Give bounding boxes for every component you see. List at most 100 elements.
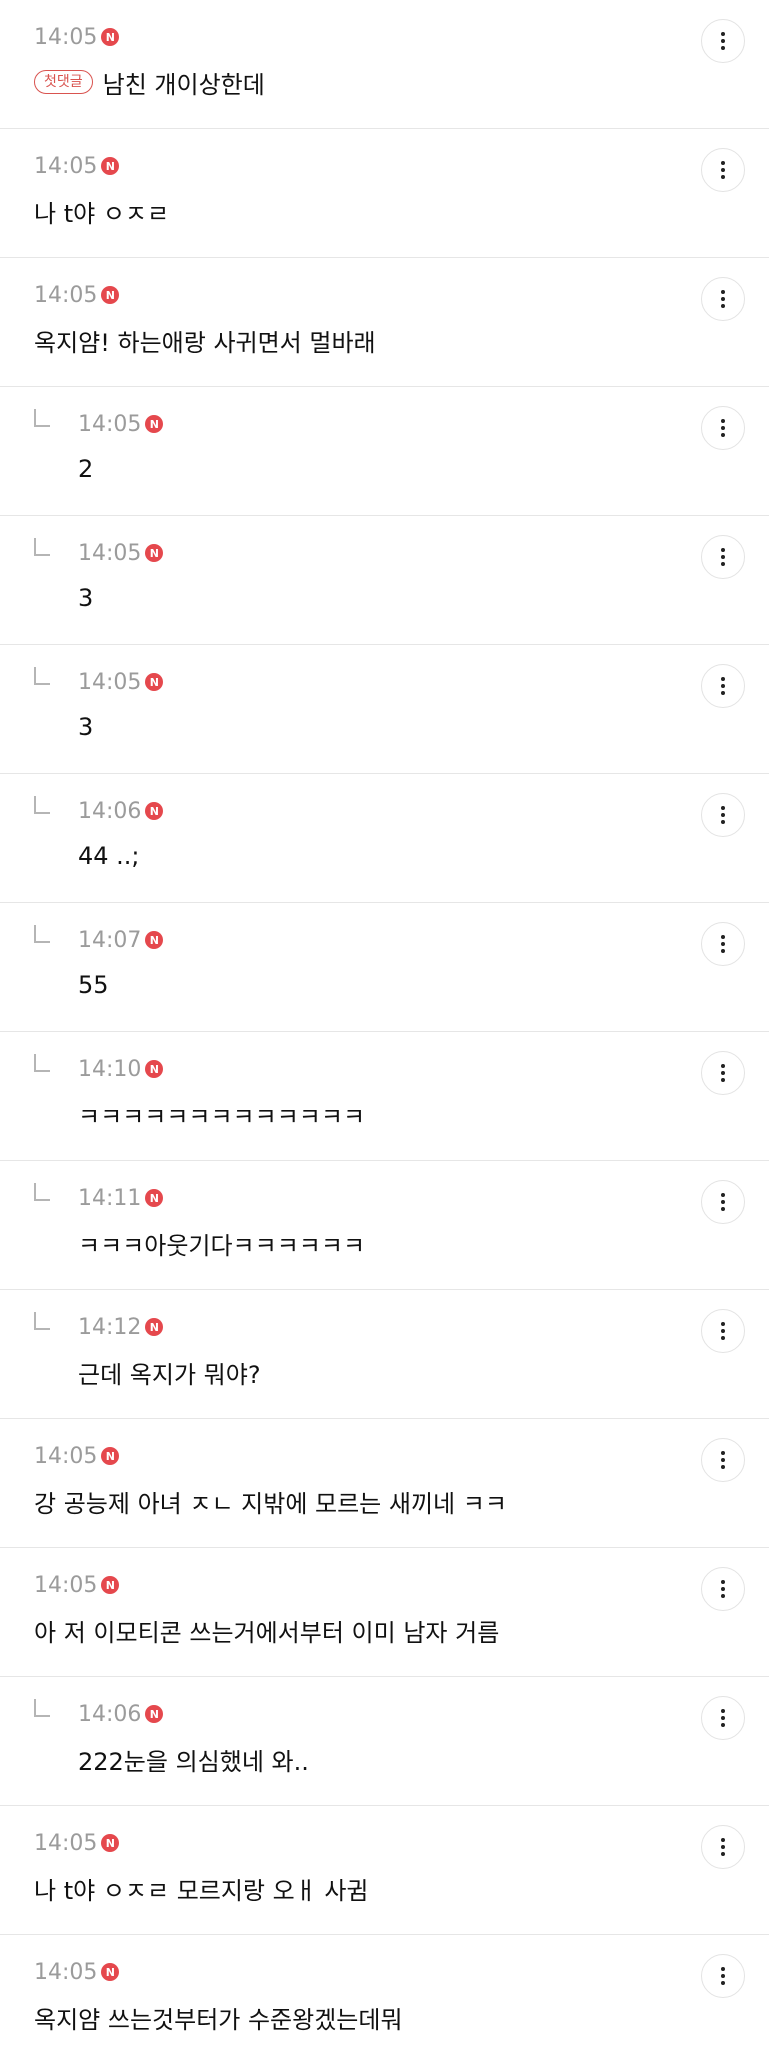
more-options-button[interactable] — [701, 535, 745, 579]
comment-meta: 14:05 N — [34, 1572, 120, 1598]
new-badge-icon: N — [101, 1447, 120, 1465]
comment-text: 근데 옥지가 뭐야? — [78, 1360, 261, 1389]
more-options-button[interactable] — [701, 1180, 745, 1224]
kebab-menu-icon — [721, 161, 725, 179]
kebab-menu-icon — [721, 1838, 725, 1856]
more-options-button[interactable] — [701, 148, 745, 192]
comment-body: 옥지얌! 하는애랑 사귀면서 멀바래 — [34, 324, 376, 357]
kebab-menu-icon — [721, 32, 725, 50]
comment-text: ㅋㅋㅋㅋㅋㅋㅋㅋㅋㅋㅋㅋㅋ — [78, 1102, 366, 1131]
more-options-button[interactable] — [701, 1309, 745, 1353]
kebab-menu-icon — [721, 1064, 725, 1082]
more-options-button[interactable] — [701, 1438, 745, 1482]
new-badge-icon: N — [145, 931, 164, 949]
comment-body: 강 공능제 아녀 ㅈㄴ 지밖에 모르는 새끼네 ㅋㅋ — [34, 1485, 507, 1518]
comment-text: 나 t야 ㅇㅈㄹ — [34, 199, 170, 228]
reply-indicator-icon — [34, 409, 50, 427]
comment-body: 옥지얌 쓰는것부터가 수준왕겠는데뭐 — [34, 2001, 403, 2034]
comment-meta: 14:07 N — [78, 927, 164, 953]
more-options-button[interactable] — [701, 1954, 745, 1998]
new-badge-icon: N — [145, 673, 164, 691]
comment-text: 남친 개이상한데 — [102, 70, 265, 99]
comment-time: 14:05 — [34, 1830, 98, 1856]
reply-comment: 14:12 N 근데 옥지가 뭐야? — [0, 1290, 769, 1419]
comment-meta: 14:05 N — [34, 153, 120, 179]
more-options-button[interactable] — [701, 793, 745, 837]
comment-meta: 14:05 N — [34, 1830, 120, 1856]
comment: 14:05 N 아 저 이모티콘 쓰는거에서부터 이미 남자 거름 — [0, 1548, 769, 1677]
new-badge-icon: N — [145, 802, 164, 820]
more-options-button[interactable] — [701, 406, 745, 450]
comment-body: ㅋㅋㅋ아웃기다ㅋㅋㅋㅋㅋㅋ — [78, 1227, 366, 1260]
comment-time: 14:05 — [78, 540, 142, 566]
reply-comment: 14:06 N 44 ..; — [0, 774, 769, 903]
more-options-button[interactable] — [701, 922, 745, 966]
comment-time: 14:05 — [34, 153, 98, 179]
more-options-button[interactable] — [701, 277, 745, 321]
comment-text: 2 — [78, 455, 94, 483]
comment-time: 14:05 — [34, 1572, 98, 1598]
comment-time: 14:05 — [34, 282, 98, 308]
reply-indicator-icon — [34, 1312, 50, 1330]
comment-body: ㅋㅋㅋㅋㅋㅋㅋㅋㅋㅋㅋㅋㅋ — [78, 1098, 366, 1131]
comment-text: 나 t야 ㅇㅈㄹ 모르지랑 오ㅐ 사귐 — [34, 1876, 369, 1905]
comment-meta: 14:05 N — [78, 669, 164, 695]
comment-body: 3 — [78, 582, 93, 614]
kebab-menu-icon — [721, 1193, 725, 1211]
kebab-menu-icon — [721, 935, 725, 953]
comment: 14:05 N 첫댓글 남친 개이상한데 — [0, 0, 769, 129]
more-options-button[interactable] — [701, 1825, 745, 1869]
more-options-button[interactable] — [701, 1696, 745, 1740]
reply-indicator-icon — [34, 1183, 50, 1201]
reply-comment: 14:06 N 222눈을 의심했네 와.. — [0, 1677, 769, 1806]
comment: 14:05 N 나 t야 ㅇㅈㄹ 모르지랑 오ㅐ 사귐 — [0, 1806, 769, 1935]
comment-meta: 14:05 N — [34, 282, 120, 308]
comment-time: 14:05 — [34, 24, 98, 50]
comment-body: 44 ..; — [78, 840, 140, 872]
comment-time: 14:12 — [78, 1314, 142, 1340]
comment-text: 옥지얌! 하는애랑 사귀면서 멀바래 — [34, 328, 376, 357]
reply-comment: 14:07 N 55 — [0, 903, 769, 1032]
more-options-button[interactable] — [701, 1051, 745, 1095]
comment-time: 14:05 — [78, 411, 142, 437]
kebab-menu-icon — [721, 290, 725, 308]
new-badge-icon: N — [101, 157, 120, 175]
comment-body: 근데 옥지가 뭐야? — [78, 1356, 261, 1389]
comment-meta: 14:05 N — [78, 411, 164, 437]
comment-body: 55 — [78, 969, 109, 1001]
comment-meta: 14:05 N — [34, 24, 120, 50]
comment-text: 44 ..; — [78, 842, 140, 870]
comment-meta: 14:05 N — [34, 1443, 120, 1469]
more-options-button[interactable] — [701, 1567, 745, 1611]
kebab-menu-icon — [721, 806, 725, 824]
comment-meta: 14:05 N — [34, 1959, 120, 1985]
kebab-menu-icon — [721, 419, 725, 437]
more-options-button[interactable] — [701, 19, 745, 63]
reply-comment: 14:10 N ㅋㅋㅋㅋㅋㅋㅋㅋㅋㅋㅋㅋㅋ — [0, 1032, 769, 1161]
comment-body: 2 — [78, 453, 93, 485]
reply-indicator-icon — [34, 796, 50, 814]
new-badge-icon: N — [145, 1318, 164, 1336]
kebab-menu-icon — [721, 677, 725, 695]
kebab-menu-icon — [721, 1322, 725, 1340]
comment-body: 222눈을 의심했네 와.. — [78, 1743, 309, 1776]
comment-meta: 14:06 N — [78, 1701, 164, 1727]
reply-indicator-icon — [34, 667, 50, 685]
comment-body: 첫댓글 남친 개이상한데 — [34, 66, 265, 99]
comment-text: ㅋㅋㅋ아웃기다ㅋㅋㅋㅋㅋㅋ — [78, 1231, 366, 1260]
new-badge-icon: N — [145, 415, 164, 433]
comment-meta: 14:12 N — [78, 1314, 164, 1340]
comment-time: 14:07 — [78, 927, 142, 953]
reply-comment: 14:11 N ㅋㅋㅋ아웃기다ㅋㅋㅋㅋㅋㅋ — [0, 1161, 769, 1290]
comment-body: 나 t야 ㅇㅈㄹ 모르지랑 오ㅐ 사귐 — [34, 1872, 369, 1905]
comment: 14:05 N 나 t야 ㅇㅈㄹ — [0, 129, 769, 258]
more-options-button[interactable] — [701, 664, 745, 708]
first-comment-tag: 첫댓글 — [34, 70, 93, 94]
comment-text: 222눈을 의심했네 와.. — [78, 1747, 309, 1776]
comment-list: 14:05 N 첫댓글 남친 개이상한데 14:05 N 나 t야 ㅇㅈㄹ 14:05 N 옥지얌… — [0, 0, 769, 2055]
comment-meta: 14:06 N — [78, 798, 164, 824]
kebab-menu-icon — [721, 1451, 725, 1469]
comment-time: 14:10 — [78, 1056, 142, 1082]
comment-time: 14:05 — [34, 1443, 98, 1469]
new-badge-icon: N — [101, 1963, 120, 1981]
